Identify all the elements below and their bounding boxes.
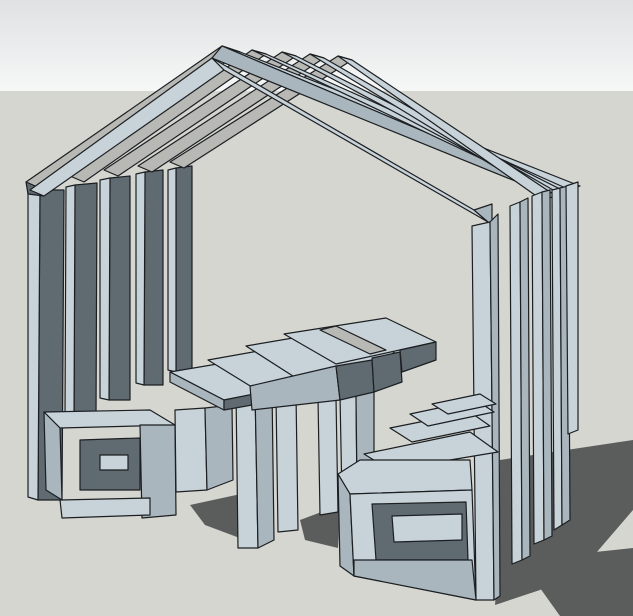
sketchup-3d-viewport[interactable]	[0, 0, 633, 616]
pallet-cabin-model[interactable]	[0, 0, 633, 616]
